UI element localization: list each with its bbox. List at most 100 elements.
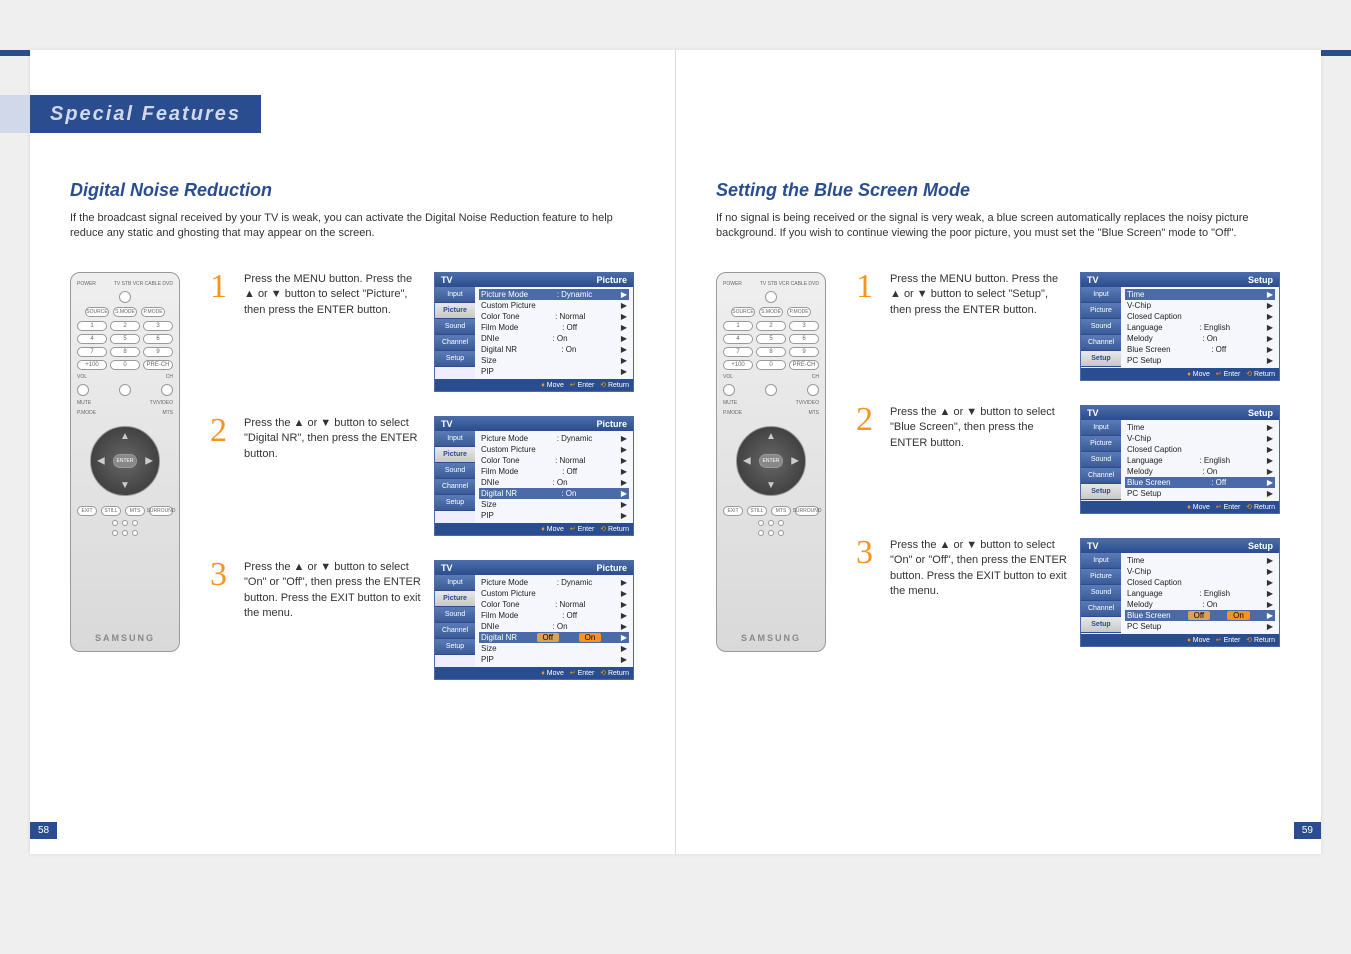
page-number-left: 58 <box>30 822 57 839</box>
osd-row: Language: English▶ <box>1125 455 1275 466</box>
osd-row: Melody: On▶ <box>1125 466 1275 477</box>
step-text: Press the ▲ or ▼ button to select "On" o… <box>890 538 1070 647</box>
osd-side-setup: Setup <box>1081 351 1121 367</box>
osd-window: TVPicture InputPictureSoundChannelSetupP… <box>434 560 634 680</box>
osd-row: Size▶ <box>479 499 629 510</box>
left-page: Special Features Digital Noise Reduction… <box>30 50 676 854</box>
step-3: 3 Press the ▲ or ▼ button to select "On"… <box>856 538 1281 647</box>
osd-window: TVSetup InputPictureSoundChannelSetupTim… <box>1080 538 1280 647</box>
osd-row: V-Chip▶ <box>1125 433 1275 444</box>
osd-side-picture: Picture <box>1081 569 1121 585</box>
osd-row: Custom Picture▶ <box>479 300 629 311</box>
chapter-header: Special Features <box>0 95 261 133</box>
osd-side-picture: Picture <box>435 591 475 607</box>
osd-side-picture: Picture <box>1081 303 1121 319</box>
osd-side-input: Input <box>435 575 475 591</box>
osd-side-picture: Picture <box>435 447 475 463</box>
step-number: 1 <box>210 272 234 392</box>
osd-row: DNIe: On▶ <box>479 477 629 488</box>
osd-side-channel: Channel <box>435 623 475 639</box>
osd-side-sound: Sound <box>435 463 475 479</box>
osd-side-picture: Picture <box>435 303 475 319</box>
osd-side-input: Input <box>1081 287 1121 303</box>
osd-row: PC Setup▶ <box>1125 621 1275 632</box>
section-title-right: Setting the Blue Screen Mode <box>716 180 1281 201</box>
osd-row: Language: English▶ <box>1125 322 1275 333</box>
osd-side-channel: Channel <box>1081 335 1121 351</box>
osd-row: Time▶ <box>1125 422 1275 433</box>
osd-row: Blue Screen: Off▶ <box>1125 477 1275 488</box>
osd-row: Melody: On▶ <box>1125 599 1275 610</box>
osd-row: Closed Caption▶ <box>1125 311 1275 322</box>
remote-illustration: POWERTV STB VCR CABLE DVD SOURCES.MODEP.… <box>70 272 180 652</box>
osd-side-input: Input <box>1081 420 1121 436</box>
step-number: 2 <box>856 405 880 514</box>
osd-side-picture: Picture <box>1081 436 1121 452</box>
section-title-left: Digital Noise Reduction <box>70 180 635 201</box>
osd-row: DNIe: On▶ <box>479 621 629 632</box>
osd-row: PIP▶ <box>479 654 629 665</box>
osd-side-input: Input <box>435 287 475 303</box>
osd-side-input: Input <box>435 431 475 447</box>
chapter-title: Special Features <box>50 103 241 126</box>
osd-row: Size▶ <box>479 355 629 366</box>
step-text: Press the ▲ or ▼ button to select "Digit… <box>244 416 424 536</box>
osd-row: Color Tone: Normal▶ <box>479 311 629 322</box>
step-1: 1 Press the MENU button. Press the ▲ or … <box>856 272 1281 381</box>
osd-window: TVSetup InputPictureSoundChannelSetupTim… <box>1080 272 1280 381</box>
step-number: 2 <box>210 416 234 536</box>
remote-illustration: POWERTV STB VCR CABLE DVD SOURCES.MODEP.… <box>716 272 826 652</box>
osd-row: Custom Picture▶ <box>479 444 629 455</box>
samsung-logo: SAMSUNG <box>95 633 155 643</box>
step-text: Press the ▲ or ▼ button to select "Blue … <box>890 405 1070 514</box>
osd-row: Language: English▶ <box>1125 588 1275 599</box>
osd-row: Color Tone: Normal▶ <box>479 455 629 466</box>
osd-side-setup: Setup <box>435 495 475 511</box>
osd-row: Closed Caption▶ <box>1125 444 1275 455</box>
step-text: Press the MENU button. Press the ▲ or ▼ … <box>244 272 424 392</box>
osd-row: Digital NROff On▶ <box>479 632 629 643</box>
osd-row: V-Chip▶ <box>1125 566 1275 577</box>
osd-side-sound: Sound <box>1081 319 1121 335</box>
osd-side-sound: Sound <box>435 607 475 623</box>
osd-row: PC Setup▶ <box>1125 488 1275 499</box>
osd-row: PIP▶ <box>479 366 629 377</box>
step-number: 3 <box>210 560 234 680</box>
osd-side-sound: Sound <box>1081 585 1121 601</box>
osd-row: Digital NR: On▶ <box>479 488 629 499</box>
osd-side-input: Input <box>1081 553 1121 569</box>
osd-row: Time▶ <box>1125 289 1275 300</box>
osd-row: Color Tone: Normal▶ <box>479 599 629 610</box>
osd-side-setup: Setup <box>1081 617 1121 633</box>
step-number: 1 <box>856 272 880 381</box>
osd-row: Size▶ <box>479 643 629 654</box>
osd-side-sound: Sound <box>1081 452 1121 468</box>
osd-row: V-Chip▶ <box>1125 300 1275 311</box>
osd-side-channel: Channel <box>1081 601 1121 617</box>
intro-left: If the broadcast signal received by your… <box>70 211 635 242</box>
step-number: 3 <box>856 538 880 647</box>
osd-row: Custom Picture▶ <box>479 588 629 599</box>
step-text: Press the MENU button. Press the ▲ or ▼ … <box>890 272 1070 381</box>
osd-row: PC Setup▶ <box>1125 355 1275 366</box>
osd-row: Time▶ <box>1125 555 1275 566</box>
intro-right: If no signal is being received or the si… <box>716 211 1281 242</box>
osd-row: Blue ScreenOff On▶ <box>1125 610 1275 621</box>
osd-row: Blue Screen: Off▶ <box>1125 344 1275 355</box>
osd-row: Film Mode: Off▶ <box>479 466 629 477</box>
osd-side-sound: Sound <box>435 319 475 335</box>
osd-row: Picture Mode: Dynamic▶ <box>479 577 629 588</box>
osd-side-setup: Setup <box>1081 484 1121 500</box>
osd-window: TVPicture InputPictureSoundChannelSetupP… <box>434 272 634 392</box>
step-text: Press the ▲ or ▼ button to select "On" o… <box>244 560 424 680</box>
step-2: 2 Press the ▲ or ▼ button to select "Blu… <box>856 405 1281 514</box>
osd-window: TVSetup InputPictureSoundChannelSetupTim… <box>1080 405 1280 514</box>
osd-row: Closed Caption▶ <box>1125 577 1275 588</box>
osd-side-channel: Channel <box>435 335 475 351</box>
step-3: 3 Press the ▲ or ▼ button to select "On"… <box>210 560 635 680</box>
osd-row: Film Mode: Off▶ <box>479 610 629 621</box>
osd-row: Film Mode: Off▶ <box>479 322 629 333</box>
osd-row: Digital NR: On▶ <box>479 344 629 355</box>
osd-row: PIP▶ <box>479 510 629 521</box>
osd-row: Picture Mode: Dynamic▶ <box>479 289 629 300</box>
